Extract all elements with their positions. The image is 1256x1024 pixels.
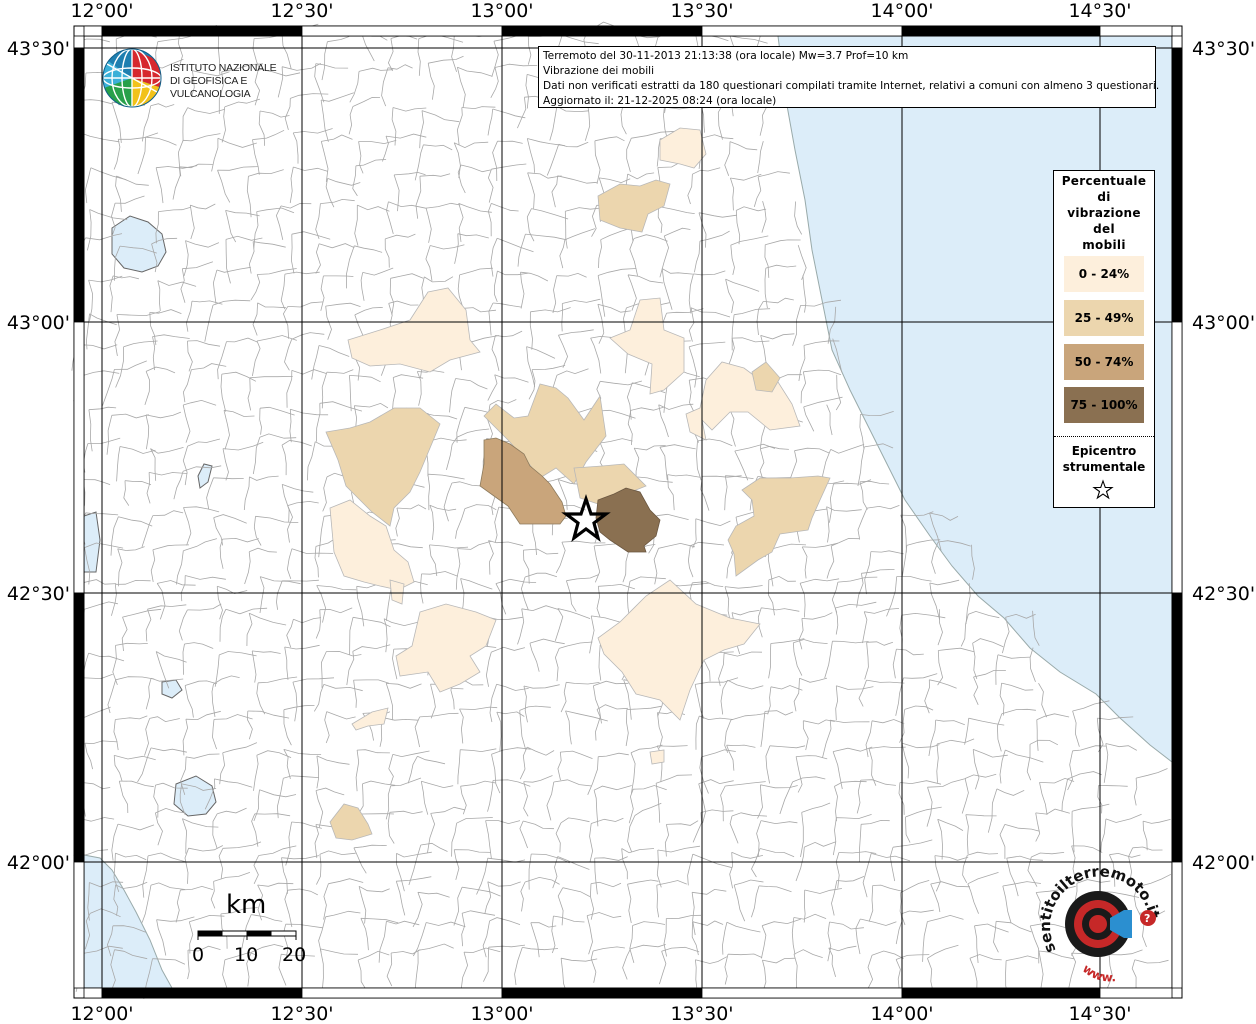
data-note: Dati non verificati estratti da 180 ques… — [543, 80, 1160, 92]
svg-text:?: ? — [1144, 912, 1150, 925]
bottom-tick-label: 12°00' — [70, 1003, 133, 1024]
top-tick-label: 14°30' — [1068, 0, 1131, 22]
left-tick-label: 42°30' — [7, 583, 70, 605]
hsit-logo: sentitoilterremoto.it www. ? — [1036, 858, 1172, 992]
bottom-tick-label: 12°30' — [270, 1003, 333, 1024]
bottom-tick-label: 13°00' — [470, 1003, 533, 1024]
top-tick-label: 12°00' — [70, 0, 133, 22]
bottom-tick-label: 13°30' — [670, 1003, 733, 1024]
left-tick-label: 43°00' — [7, 312, 70, 334]
municipalities-25-49 — [325, 179, 831, 841]
ingv-name: ISTITUTO NAZIONALE DI GEOFISICA E VULCAN… — [170, 62, 277, 100]
ingv-logo: ISTITUTO NAZIONALE DI GEOFISICA E VULCAN… — [102, 48, 312, 108]
municipalities-75-100 — [595, 487, 661, 553]
legend-class-25-49: 25 - 49% — [1064, 300, 1144, 336]
legend-class-0-24: 0 - 24% — [1064, 256, 1144, 292]
legend-class-label: 50 - 74% — [1074, 355, 1134, 369]
svg-text:www.: www. — [1080, 961, 1117, 984]
legend-class-75-100: 75 - 100% — [1064, 387, 1144, 423]
event-title: Terremoto del 30-11-2013 21:13:38 (ora l… — [543, 50, 909, 62]
epicenter-star-icon — [1092, 479, 1114, 500]
event-info-box: Terremoto del 30-11-2013 21:13:38 (ora l… — [538, 46, 1160, 108]
right-tick-label: 43°30' — [1192, 38, 1255, 60]
legend-separator — [1054, 436, 1154, 437]
map-subject: Vibrazione dei mobili — [543, 65, 655, 77]
scale-bar: km 0 10 20 — [190, 890, 310, 970]
legend-class-label: 0 - 24% — [1078, 267, 1130, 281]
top-tick-label: 13°00' — [470, 0, 533, 22]
hsit-brand-sub: www. — [1080, 961, 1117, 984]
bottom-tick-label: 14°30' — [1068, 1003, 1131, 1024]
left-tick-label: 43°30' — [7, 38, 70, 60]
legend: Percentuale di vibrazione del mobili 0 -… — [1053, 170, 1155, 508]
top-tick-label: 12°30' — [270, 0, 333, 22]
tyrrhenian-sea — [83, 854, 173, 989]
legend-class-label: 25 - 49% — [1074, 311, 1134, 325]
legend-epicenter-title: Epicentro strumentale — [1062, 444, 1146, 474]
right-tick-label: 42°30' — [1192, 583, 1255, 605]
top-tick-label: 14°00' — [870, 0, 933, 22]
legend-class-label: 75 - 100% — [1070, 398, 1138, 412]
left-tick-label: 42°00' — [7, 852, 70, 874]
scale-label-0: 0 — [192, 944, 205, 966]
scale-label-20: 20 — [282, 944, 307, 966]
right-tick-label: 43°00' — [1192, 312, 1255, 334]
ingv-globe-icon — [102, 48, 162, 108]
legend-class-50-74: 50 - 74% — [1064, 344, 1144, 380]
updated-at: Aggiornato il: 21-12-2025 08:24 (ora loc… — [543, 95, 777, 107]
right-tick-label: 42°00' — [1192, 852, 1255, 874]
hsit-brand-icon: sentitoilterremoto.it www. ? — [1036, 862, 1163, 985]
bottom-tick-label: 14°00' — [870, 1003, 933, 1024]
lake-small-2 — [83, 511, 101, 573]
legend-title: Percentuale di vibrazione del mobili — [1061, 174, 1147, 252]
scale-unit: km — [226, 890, 267, 920]
scale-label-10: 10 — [234, 944, 259, 966]
scale-ruler — [197, 930, 297, 940]
lake-small-1 — [161, 679, 183, 699]
top-tick-label: 13°30' — [670, 0, 733, 22]
